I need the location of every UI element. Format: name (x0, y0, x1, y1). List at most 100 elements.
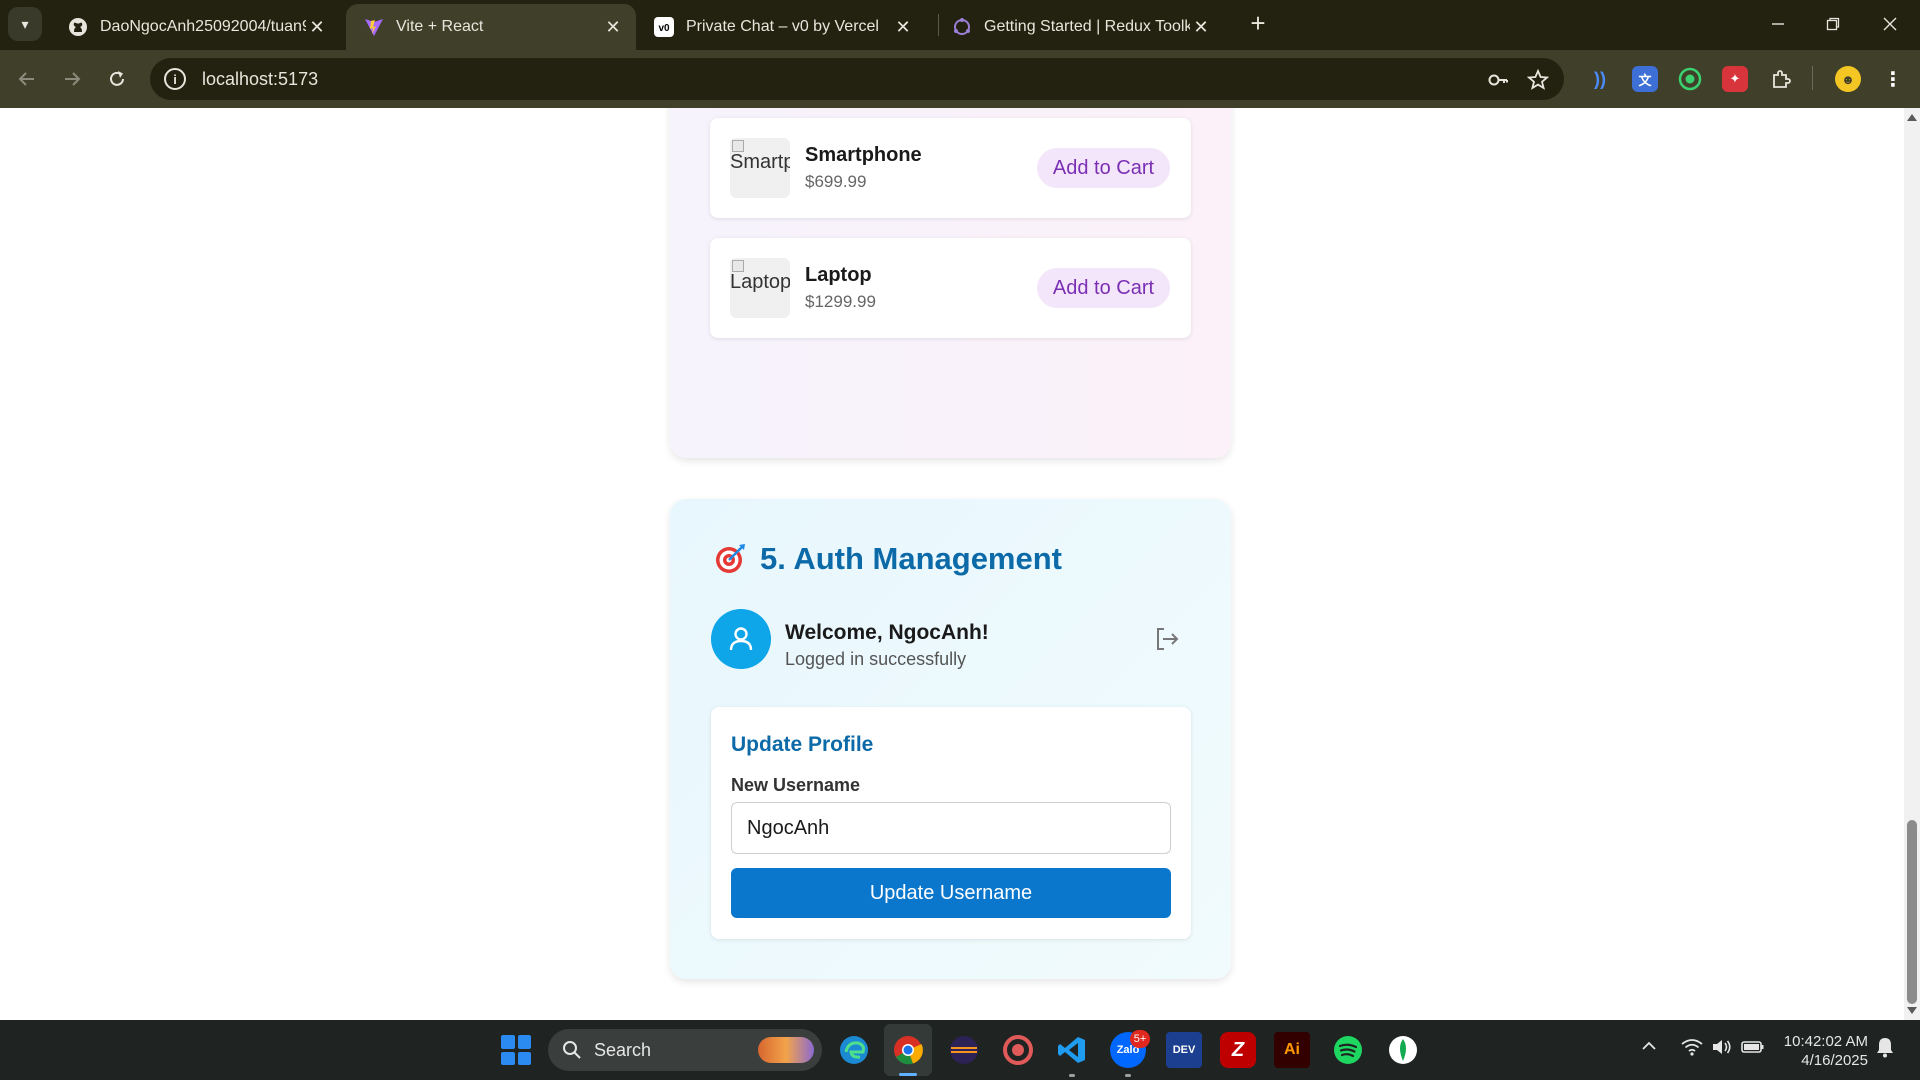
edge-icon[interactable] (836, 1032, 872, 1068)
profile-avatar-icon[interactable]: ☻ (1835, 66, 1861, 92)
tab-redux[interactable]: Getting Started | Redux Toolkit ✕ (934, 4, 1224, 50)
user-avatar (711, 609, 771, 669)
wifi-icon[interactable] (1681, 1038, 1703, 1061)
update-username-button[interactable]: Update Username (731, 868, 1171, 918)
tab-title: Getting Started | Redux Toolkit (984, 18, 1190, 35)
back-button[interactable] (11, 63, 43, 95)
search-placeholder: Search (594, 1039, 652, 1060)
bookmark-star-icon[interactable] (1526, 68, 1550, 92)
scroll-down-arrow[interactable] (1907, 1007, 1917, 1014)
username-input[interactable] (731, 802, 1171, 854)
logout-icon[interactable] (1154, 626, 1180, 652)
windows-start-button[interactable] (498, 1032, 534, 1068)
show-hidden-icons-chevron-icon[interactable] (1641, 1038, 1657, 1059)
volume-icon[interactable] (1711, 1038, 1733, 1061)
github-icon (68, 17, 88, 37)
mongodb-compass-icon[interactable] (1385, 1032, 1421, 1068)
product-image-smartphone: Smartphone (730, 138, 790, 198)
tab-v0[interactable]: v0 Private Chat – v0 by Vercel ✕ (636, 4, 926, 50)
forward-button[interactable] (56, 63, 88, 95)
update-profile-card: Update Profile New Username Update Usern… (711, 707, 1191, 939)
svg-text:v0: v0 (658, 23, 670, 34)
image-alt-text: Smartphone (730, 151, 790, 173)
product-price: $699.99 (805, 172, 867, 191)
notification-bell-icon[interactable] (1874, 1036, 1896, 1063)
address-bar[interactable]: i localhost:5173 (150, 58, 1564, 100)
devc-icon[interactable]: DEV (1166, 1032, 1202, 1068)
browser-toolbar: i localhost:5173 )) 文 ✦ ☻ ⋮ (0, 50, 1920, 108)
vscode-running-indicator (1069, 1074, 1075, 1077)
product-name: Laptop (805, 264, 872, 286)
username-field-label: New Username (731, 775, 861, 795)
broken-image-icon (732, 260, 744, 272)
product-card-laptop: Laptop Laptop $1299.99 Add to Cart (710, 238, 1191, 338)
auth-section: 5. Auth Management Welcome, NgocAnh! Log… (670, 499, 1231, 979)
v0-icon: v0 (654, 17, 674, 37)
product-card-smartphone: Smartphone Smartphone $699.99 Add to Car… (710, 118, 1191, 218)
page-scrollbar[interactable] (1904, 108, 1920, 1020)
new-tab-button[interactable]: + (1244, 10, 1272, 38)
password-key-icon[interactable] (1486, 68, 1510, 92)
site-info-icon[interactable]: i (164, 68, 186, 90)
page-viewport: Smartphone Smartphone $699.99 Add to Car… (0, 108, 1904, 1020)
auth-section-title: 5. Auth Management (714, 541, 1062, 577)
extensions-puzzle-icon[interactable] (1768, 66, 1794, 92)
tab-github[interactable]: DaoNgocAnh25092004/tuan9 ✕ (50, 4, 340, 50)
auth-title-text: 5. Auth Management (760, 541, 1062, 576)
taskbar-search-box[interactable]: Search (548, 1029, 822, 1071)
scroll-thumb[interactable] (1907, 820, 1917, 1004)
scroll-up-arrow[interactable] (1907, 114, 1917, 121)
add-to-cart-button[interactable]: Add to Cart (1037, 148, 1170, 188)
product-name: Smartphone (805, 144, 922, 166)
illustrator-icon[interactable]: Ai (1274, 1032, 1310, 1068)
chrome-icon[interactable] (890, 1032, 926, 1068)
product-image-laptop: Laptop (730, 258, 790, 318)
read-aloud-extension-icon[interactable]: )) (1587, 66, 1613, 92)
close-window-button[interactable] (1870, 8, 1910, 40)
image-alt-text: Laptop (730, 271, 790, 293)
tab-title: Private Chat – v0 by Vercel (686, 18, 879, 35)
broken-image-icon (732, 140, 744, 152)
vite-icon (364, 17, 384, 37)
screenshot-extension-icon[interactable]: ✦ (1722, 66, 1748, 92)
windows-taskbar: Search Zalo 5+ DEV Z Ai 10:42:02 AM 4/16… (0, 1020, 1920, 1080)
redux-icon (952, 17, 972, 37)
clock-time: 10:42:02 AM (1783, 1033, 1868, 1050)
tab-close-button[interactable]: ✕ (602, 16, 624, 38)
cart-section: Smartphone Smartphone $699.99 Add to Car… (670, 108, 1231, 458)
tab-search-dropdown-button[interactable]: ▾ (8, 7, 42, 41)
tab-title: Vite + React (396, 18, 484, 35)
zalo-running-indicator (1125, 1074, 1131, 1077)
search-icon (563, 1041, 581, 1059)
update-profile-title: Update Profile (731, 733, 874, 756)
minimize-button[interactable] (1758, 8, 1798, 40)
tab-close-button[interactable]: ✕ (306, 16, 328, 38)
translate-extension-icon[interactable]: 文 (1632, 66, 1658, 92)
reload-button[interactable] (101, 63, 133, 95)
restore-button[interactable] (1813, 8, 1853, 40)
search-highlight-art (758, 1037, 814, 1063)
eclipse-icon[interactable] (946, 1032, 982, 1068)
tab-vite-react[interactable]: Vite + React ✕ (346, 4, 636, 50)
spotify-icon[interactable] (1330, 1032, 1366, 1068)
product-price: $1299.99 (805, 292, 876, 311)
tab-close-button[interactable]: ✕ (892, 16, 914, 38)
tracker-extension-icon[interactable] (1677, 66, 1703, 92)
browser-menu-icon[interactable]: ⋮ (1880, 66, 1906, 92)
welcome-message: Welcome, NgocAnh! (785, 621, 989, 644)
system-clock[interactable]: 10:42:02 AM 4/16/2025 (1768, 1032, 1868, 1070)
tab-bar: ▾ DaoNgocAnh25092004/tuan9 ✕ Vite + Reac… (0, 0, 1920, 50)
add-to-cart-button[interactable]: Add to Cart (1037, 268, 1170, 308)
filezilla-icon[interactable]: Z (1220, 1032, 1256, 1068)
tab-title: DaoNgocAnh25092004/tuan9 (100, 18, 306, 35)
chrome-active-indicator (899, 1073, 917, 1076)
target-icon (716, 544, 745, 573)
battery-icon[interactable] (1741, 1038, 1765, 1061)
zalo-notification-badge: 5+ (1130, 1030, 1150, 1048)
tab-close-button[interactable]: ✕ (1190, 16, 1212, 38)
vscode-icon[interactable] (1054, 1032, 1090, 1068)
login-status-text: Logged in successfully (785, 649, 967, 669)
camera-app-icon[interactable] (1000, 1032, 1036, 1068)
toolbar-divider (1812, 66, 1813, 90)
clock-date: 4/16/2025 (1801, 1052, 1868, 1069)
